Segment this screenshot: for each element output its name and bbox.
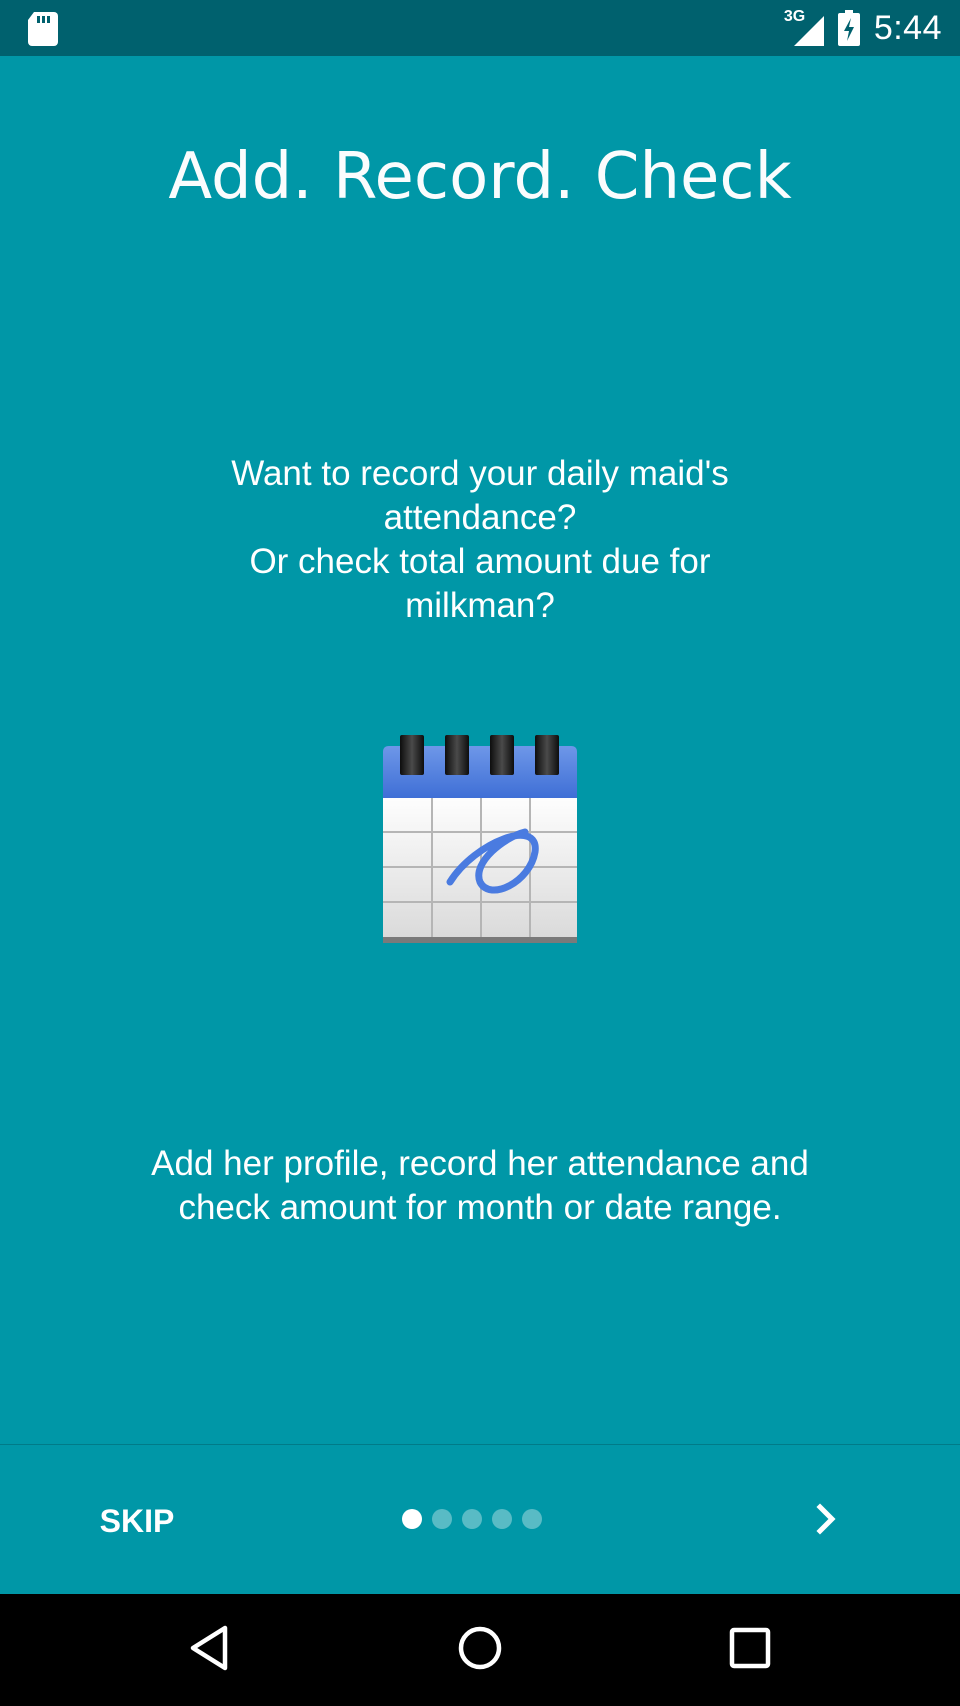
sd-card-icon	[28, 12, 58, 46]
signal-icon: 3G	[784, 8, 824, 46]
calendar-icon	[380, 732, 580, 952]
page-indicator	[402, 1508, 542, 1530]
status-indicators: 3G 5:44	[784, 0, 942, 56]
home-button[interactable]	[450, 1620, 510, 1680]
onboarding-screen: 3G 5:44 Add. Record. Check Want to recor…	[0, 0, 960, 1706]
onboarding-subtitle: Want to record your daily maid's attenda…	[231, 454, 729, 625]
next-button[interactable]	[796, 1490, 856, 1552]
home-icon	[455, 1623, 505, 1678]
divider	[0, 1444, 960, 1445]
page-dot	[402, 1509, 422, 1529]
page-dot	[432, 1509, 452, 1529]
skip-button[interactable]: SKIP	[82, 1490, 192, 1552]
battery-charging-icon	[837, 10, 860, 46]
back-icon	[185, 1623, 235, 1678]
recents-icon	[725, 1623, 775, 1678]
page-title: Add. Record. Check	[168, 140, 792, 214]
status-bar: 3G 5:44	[0, 0, 960, 56]
system-nav-bar	[0, 1594, 960, 1706]
chevron-right-icon	[814, 1502, 838, 1540]
recents-button[interactable]	[720, 1620, 780, 1680]
page-dot	[522, 1509, 542, 1529]
onboarding-description: Add her profile, record her attendance a…	[151, 1144, 809, 1227]
status-time: 5:44	[873, 8, 942, 47]
page-dot	[462, 1509, 482, 1529]
back-button[interactable]	[180, 1620, 240, 1680]
page-dot	[492, 1509, 512, 1529]
